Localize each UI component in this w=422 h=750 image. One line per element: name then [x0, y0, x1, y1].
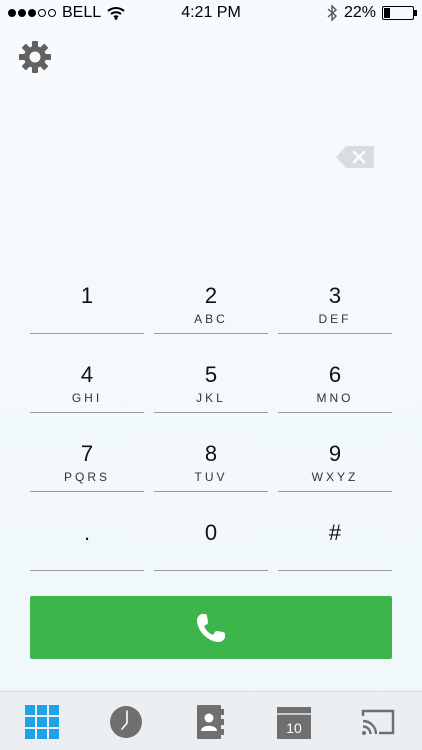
backspace-icon[interactable] [336, 146, 374, 168]
key-letters: GHI [71, 391, 103, 405]
phone-dialer-screen: BELL 4:21 PM 22% 1 2 ABC 3 DEF 4 GHI 5 J… [0, 0, 422, 750]
key-digit: . [83, 520, 91, 545]
calendar-day-number: 10 [286, 720, 302, 736]
key-1[interactable]: 1 [30, 270, 144, 349]
phone-icon [197, 613, 225, 642]
key-digit: 9 [328, 441, 342, 466]
key-7[interactable]: 7 PQRS [30, 428, 144, 507]
key-letters: JKL [196, 391, 226, 405]
keypad-icon [25, 705, 59, 739]
tab-contacts[interactable] [192, 704, 228, 740]
key-digit: 4 [80, 362, 94, 387]
key-5[interactable]: 5 JKL [154, 349, 268, 428]
key-4[interactable]: 4 GHI [30, 349, 144, 428]
tab-recents[interactable] [108, 704, 144, 740]
key-8[interactable]: 8 TUV [154, 428, 268, 507]
battery-fill [384, 8, 390, 18]
key-digit: 6 [328, 362, 342, 387]
key-letters [278, 549, 392, 563]
tab-cast[interactable] [360, 704, 396, 740]
key-hash[interactable]: # [278, 507, 392, 586]
tab-keypad[interactable] [24, 704, 60, 740]
key-letters: ABC [194, 312, 228, 326]
key-dot[interactable]: . [30, 507, 144, 586]
key-letters: WXYZ [311, 470, 359, 484]
battery-percent: 22% [343, 4, 376, 21]
key-digit: 5 [204, 362, 218, 387]
key-letters: TUV [194, 470, 228, 484]
key-digit: 3 [328, 283, 342, 308]
tab-calendar[interactable]: 10 [276, 704, 312, 740]
key-6[interactable]: 6 MNO [278, 349, 392, 428]
key-3[interactable]: 3 DEF [278, 270, 392, 349]
key-letters: MNO [316, 391, 354, 405]
key-letters [30, 549, 144, 563]
key-letters [154, 549, 268, 563]
key-digit: 2 [204, 283, 218, 308]
contacts-icon [197, 705, 224, 739]
bluetooth-icon [327, 4, 337, 22]
status-bar: BELL 4:21 PM 22% [0, 0, 422, 28]
key-letters: PQRS [63, 470, 110, 484]
status-right: 22% [326, 4, 417, 22]
clock-icon [110, 706, 142, 738]
dial-keypad: 1 2 ABC 3 DEF 4 GHI 5 JKL 6 MNO 7 PQRS 8 [30, 270, 392, 586]
cast-icon [361, 709, 395, 735]
key-digit: # [328, 520, 342, 545]
key-letters [30, 312, 144, 326]
key-digit: 7 [80, 441, 94, 466]
tab-bar: 10 [0, 691, 422, 750]
battery-icon [382, 6, 417, 20]
key-2[interactable]: 2 ABC [154, 270, 268, 349]
key-0[interactable]: 0 [154, 507, 268, 586]
key-digit: 8 [204, 441, 218, 466]
gear-icon[interactable] [18, 40, 52, 74]
key-9[interactable]: 9 WXYZ [278, 428, 392, 507]
key-letters: DEF [318, 312, 352, 326]
call-button[interactable] [30, 596, 392, 659]
key-digit: 1 [80, 283, 94, 308]
calendar-icon: 10 [277, 707, 311, 739]
key-digit: 0 [204, 520, 218, 545]
